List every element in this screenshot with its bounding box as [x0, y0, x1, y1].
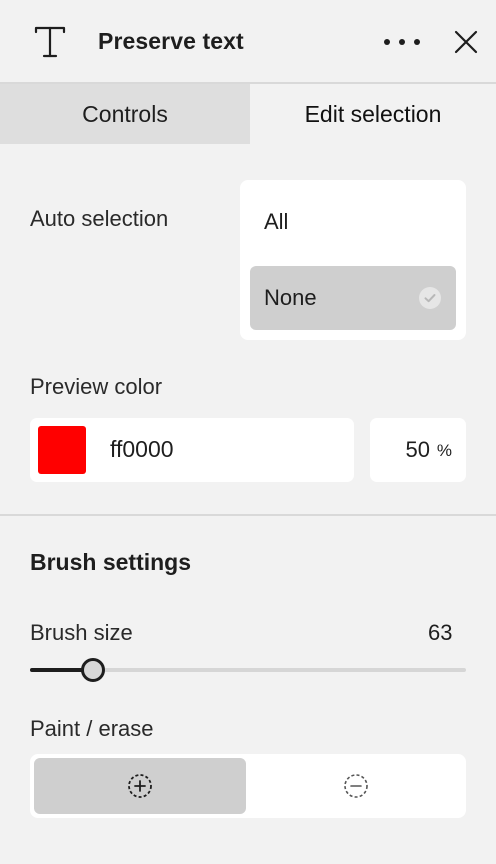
hex-value[interactable]: ff0000 — [110, 436, 174, 463]
panel-title: Preserve text — [98, 28, 244, 54]
color-swatch[interactable] — [38, 426, 86, 474]
tab-controls[interactable]: Controls — [0, 84, 250, 144]
brush-size-slider[interactable] — [30, 656, 466, 684]
check-circle-icon — [419, 287, 441, 309]
opacity-input[interactable]: 50 % — [370, 418, 466, 482]
brush-size-value: 63 — [428, 620, 453, 645]
slider-thumb[interactable] — [81, 658, 105, 682]
erase-mode-button[interactable] — [250, 758, 462, 814]
auto-selection-label: Auto selection — [30, 206, 169, 231]
tab-edit-selection[interactable]: Edit selection — [250, 84, 496, 144]
opacity-value[interactable]: 50 — [406, 437, 430, 463]
panel-header: Preserve text — [0, 0, 496, 83]
paint-mode-button[interactable] — [34, 758, 246, 814]
brush-add-icon — [128, 774, 152, 798]
section-divider — [0, 514, 496, 516]
auto-selection-option-all[interactable]: All — [250, 190, 456, 254]
more-options-button[interactable] — [380, 28, 424, 56]
close-icon[interactable] — [452, 28, 480, 56]
brush-settings-title: Brush settings — [30, 549, 192, 575]
more-horizontal-icon — [384, 39, 390, 45]
auto-selection-option-none[interactable]: None — [250, 266, 456, 330]
tab-bar: Controls Edit selection — [0, 84, 496, 144]
option-label: None — [264, 285, 317, 310]
opacity-unit: % — [436, 441, 452, 460]
option-label: All — [264, 209, 289, 234]
preview-color-field[interactable]: ff0000 — [30, 418, 354, 482]
preview-color-label: Preview color — [30, 374, 163, 399]
auto-selection-options: All None — [240, 180, 466, 340]
preserve-text-panel: Preserve text Controls Edit selection Au… — [0, 0, 496, 864]
paint-erase-toggle — [30, 754, 466, 818]
brush-subtract-icon — [344, 774, 368, 798]
text-tool-icon — [34, 26, 66, 58]
brush-size-label: Brush size — [30, 620, 133, 645]
paint-erase-label: Paint / erase — [30, 716, 154, 741]
